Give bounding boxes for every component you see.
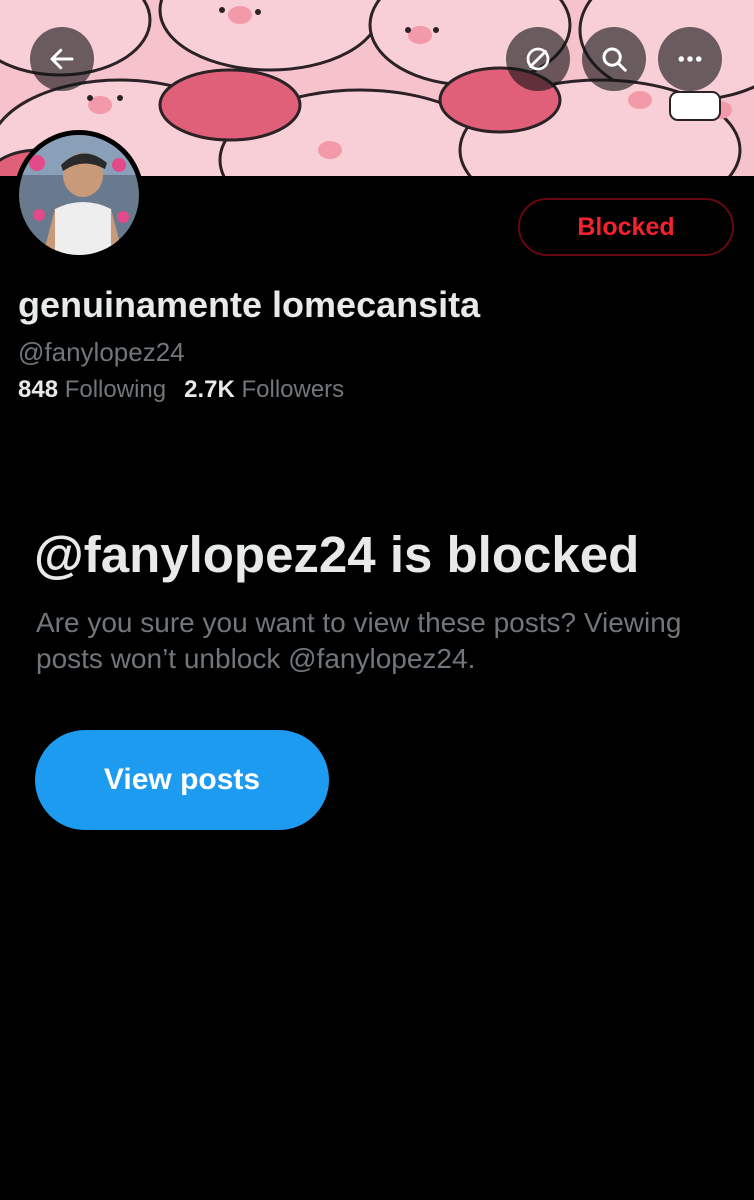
follow-stats: 848 Following 2.7K Followers	[18, 376, 344, 404]
arrow-left-icon	[50, 48, 74, 70]
blocked-button[interactable]: Blocked	[518, 198, 734, 256]
more-button[interactable]	[658, 27, 722, 91]
blocked-notice-description: Are you sure you want to view these post…	[36, 607, 682, 674]
followers-link[interactable]: 2.7K Followers	[184, 376, 344, 404]
view-posts-button[interactable]: View posts	[35, 730, 329, 830]
following-count: 848	[18, 376, 59, 403]
avatar-image	[19, 135, 139, 255]
view-posts-label: View posts	[103, 763, 261, 796]
avatar[interactable]	[19, 135, 139, 255]
search-button[interactable]	[582, 27, 646, 91]
followers-count: 2.7K	[184, 376, 235, 403]
blocked-button-label: Blocked	[577, 212, 675, 241]
avatar-frame	[14, 130, 144, 260]
circle-slash-icon	[526, 47, 550, 71]
search-icon	[602, 47, 627, 72]
display-name: genuinamente lomecansita	[18, 284, 481, 325]
handle: @fanylopez24	[18, 337, 185, 367]
sync-button[interactable]	[506, 27, 570, 91]
following-label: Following	[64, 376, 167, 403]
followers-label: Followers	[241, 376, 345, 403]
blocked-notice-title: @fanylopez24 is blocked	[34, 526, 640, 583]
back-button[interactable]	[30, 27, 94, 91]
following-link[interactable]: 848 Following	[18, 376, 166, 404]
more-horizontal-icon	[678, 56, 702, 62]
